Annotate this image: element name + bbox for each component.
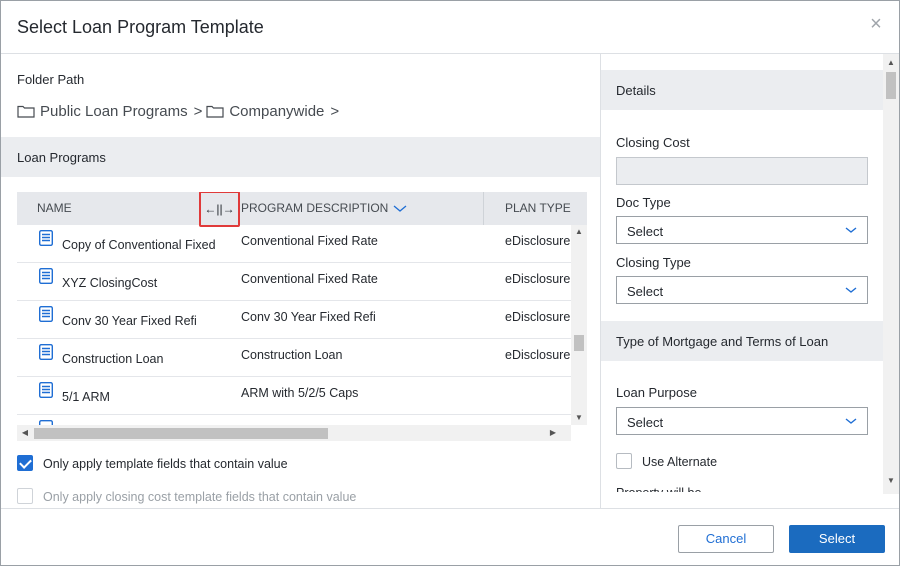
column-header-program-description[interactable]: PROGRAM DESCRIPTION — [241, 192, 407, 225]
document-icon — [39, 230, 53, 246]
plan-type: eDisclosure — [505, 234, 571, 248]
right-pane: Details Closing Cost Doc Type Select Clo… — [601, 54, 899, 508]
chevron-down-icon — [845, 418, 857, 424]
chevron-down-icon — [845, 227, 857, 233]
table-row[interactable] — [17, 415, 571, 425]
select-button[interactable]: Select — [789, 525, 885, 553]
scroll-up-arrow-icon[interactable]: ▲ — [571, 225, 587, 239]
dialog-footer: Cancel Select — [1, 508, 899, 565]
dialog-title: Select Loan Program Template — [17, 17, 264, 37]
table-row[interactable]: XYZ ClosingCost Conventional Fixed Rate … — [17, 263, 571, 301]
program-description: Conv 30 Year Fixed Refi — [241, 310, 376, 324]
section-title: Loan Programs — [17, 150, 106, 165]
scrollbar-thumb[interactable] — [574, 335, 584, 351]
select-value: Select — [627, 415, 664, 430]
breadcrumb: Public Loan Programs > Companywide > — [17, 101, 343, 121]
column-header-name[interactable]: NAME — [37, 192, 72, 225]
closing-cost-field — [616, 157, 868, 185]
scrollbar-thumb[interactable] — [886, 72, 896, 99]
document-icon — [39, 344, 53, 360]
column-header-plan-type[interactable]: PLAN TYPE — [505, 192, 571, 225]
column-resize-handle[interactable]: ←||→ — [199, 192, 240, 227]
program-description: ARM with 5/2/5 Caps — [241, 386, 359, 400]
plan-type: eDisclosure — [505, 348, 571, 362]
loan-purpose-select[interactable]: Select — [616, 407, 868, 435]
table-row[interactable]: 5/1 ARM ARM with 5/2/5 Caps — [17, 377, 571, 415]
loan-purpose-label: Loan Purpose — [616, 385, 697, 400]
details-vertical-scrollbar[interactable]: ▲ ▼ — [883, 54, 899, 494]
grid-rows: Copy of Conventional Fixed Conventional … — [17, 225, 571, 425]
program-description: Conventional Fixed Rate — [241, 272, 378, 286]
closing-type-label: Closing Type — [616, 255, 691, 270]
use-alternate-label: Use Alternate — [642, 455, 718, 469]
program-name: Copy of Conventional Fixed — [62, 238, 216, 252]
program-name: Conv 30 Year Fixed Refi — [62, 314, 197, 328]
select-loan-program-dialog: Select Loan Program Template × Folder Pa… — [0, 0, 900, 566]
table-row[interactable]: Construction Loan Construction Loan eDis… — [17, 339, 571, 377]
program-description: Construction Loan — [241, 348, 343, 362]
loan-programs-section-header: Loan Programs — [1, 137, 600, 177]
close-icon[interactable]: × — [867, 14, 885, 34]
grid-horizontal-scrollbar[interactable]: ◀ ▶ — [17, 425, 571, 441]
scroll-down-arrow-icon[interactable]: ▼ — [883, 474, 899, 488]
breadcrumb-separator: > — [330, 102, 340, 120]
use-alternate-checkbox[interactable] — [616, 453, 632, 469]
column-divider — [483, 192, 484, 225]
section-title: Type of Mortgage and Terms of Loan — [616, 334, 829, 349]
loan-programs-grid: NAME PROGRAM DESCRIPTION PLAN TYPE ←||→ … — [17, 192, 587, 443]
table-row[interactable]: Conv 30 Year Fixed Refi Conv 30 Year Fix… — [17, 301, 571, 339]
document-icon — [39, 306, 53, 322]
program-name: XYZ ClosingCost — [62, 276, 158, 290]
scroll-up-arrow-icon[interactable]: ▲ — [883, 56, 899, 70]
chevron-down-icon — [845, 287, 857, 293]
closing-cost-label: Closing Cost — [616, 135, 690, 150]
program-name: Construction Loan — [62, 352, 164, 366]
grid-vertical-scrollbar[interactable]: ▲ ▼ — [571, 225, 587, 425]
property-will-be-label: Property will be — [616, 484, 701, 492]
document-icon — [39, 268, 53, 284]
left-pane: Folder Path Public Loan Programs > Compa… — [1, 54, 600, 508]
folder-path-label: Folder Path — [17, 72, 85, 87]
apply-closing-cost-fields-checkbox[interactable] — [17, 488, 33, 504]
scroll-down-arrow-icon[interactable]: ▼ — [571, 411, 587, 425]
program-name: 5/1 ARM — [62, 390, 110, 404]
scroll-left-arrow-icon[interactable]: ◀ — [17, 425, 33, 441]
breadcrumb-label: Companywide — [229, 102, 325, 120]
folder-icon — [17, 105, 35, 118]
folder-icon — [206, 105, 224, 118]
cancel-button[interactable]: Cancel — [678, 525, 774, 553]
table-row[interactable]: Copy of Conventional Fixed Conventional … — [17, 225, 571, 263]
mortgage-terms-section-header: Type of Mortgage and Terms of Loan — [601, 321, 883, 361]
document-icon — [39, 382, 53, 398]
breadcrumb-label: Public Loan Programs — [40, 102, 188, 120]
scroll-right-arrow-icon[interactable]: ▶ — [545, 425, 561, 441]
apply-template-fields-label: Only apply template fields that contain … — [43, 457, 288, 471]
program-description: Conventional Fixed Rate — [241, 234, 378, 248]
column-header-label: PROGRAM DESCRIPTION — [241, 201, 389, 215]
grid-header: NAME PROGRAM DESCRIPTION PLAN TYPE ←||→ — [17, 192, 587, 227]
closing-type-select[interactable]: Select — [616, 276, 868, 304]
plan-type: eDisclosure — [505, 310, 571, 324]
section-title: Details — [616, 83, 656, 98]
dialog-header: Select Loan Program Template × — [1, 1, 899, 54]
select-value: Select — [627, 224, 664, 239]
apply-template-fields-checkbox[interactable] — [17, 455, 33, 471]
doc-type-select[interactable]: Select — [616, 216, 868, 244]
breadcrumb-item-public-loan-programs[interactable]: Public Loan Programs — [17, 103, 188, 120]
breadcrumb-separator: > — [193, 102, 203, 120]
chevron-down-icon — [393, 205, 407, 212]
select-value: Select — [627, 284, 664, 299]
breadcrumb-item-companywide[interactable]: Companywide — [206, 103, 324, 120]
details-section-header: Details — [601, 70, 883, 110]
scrollbar-thumb[interactable] — [34, 428, 328, 439]
plan-type: eDisclosure — [505, 272, 571, 286]
doc-type-label: Doc Type — [616, 195, 671, 210]
apply-closing-cost-fields-label: Only apply closing cost template fields … — [43, 490, 357, 504]
